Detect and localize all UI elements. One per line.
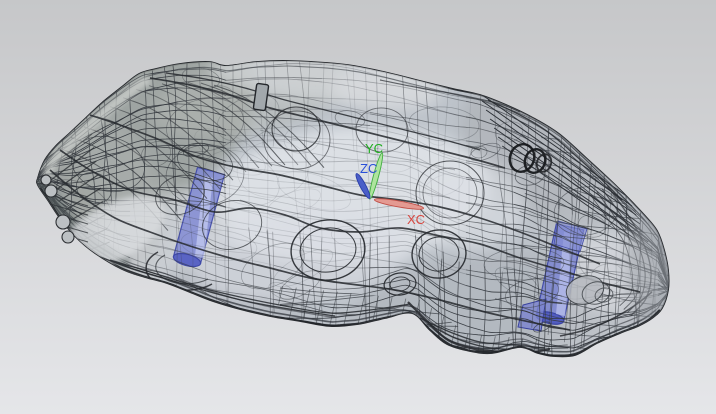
svg-text:YC: YC xyxy=(365,141,383,156)
svg-text:XC: XC xyxy=(407,212,425,227)
svg-text:ZC: ZC xyxy=(360,161,377,176)
